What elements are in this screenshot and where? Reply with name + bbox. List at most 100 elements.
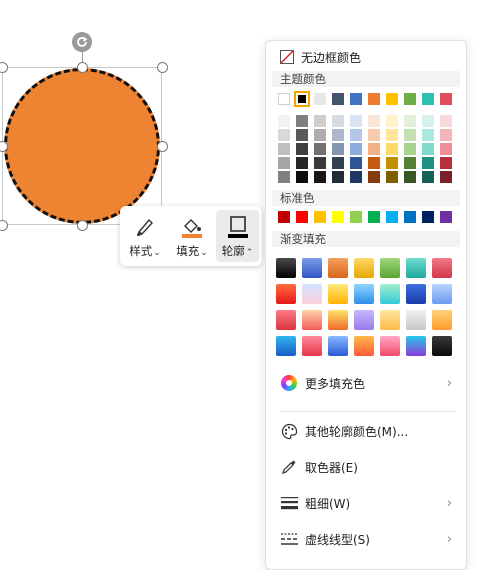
theme-shade-swatch[interactable]	[314, 171, 326, 183]
standard-color-swatch[interactable]	[350, 211, 362, 223]
theme-shade-swatch[interactable]	[350, 115, 362, 127]
theme-shade-swatch[interactable]	[404, 115, 416, 127]
gradient-swatch[interactable]	[380, 336, 400, 356]
theme-color-swatch[interactable]	[440, 93, 452, 105]
theme-shade-swatch[interactable]	[386, 143, 398, 155]
theme-shade-swatch[interactable]	[440, 143, 452, 155]
theme-color-swatch[interactable]	[278, 93, 290, 105]
gradient-swatch[interactable]	[406, 284, 426, 304]
theme-shade-swatch[interactable]	[368, 115, 380, 127]
standard-color-swatch[interactable]	[332, 211, 344, 223]
weight-item[interactable]: 粗细(W) ›	[266, 488, 466, 518]
theme-shade-swatch[interactable]	[278, 157, 290, 169]
theme-shade-swatch[interactable]	[314, 143, 326, 155]
theme-shade-swatch[interactable]	[386, 171, 398, 183]
resize-handle-e[interactable]	[157, 141, 168, 152]
theme-shade-swatch[interactable]	[350, 171, 362, 183]
style-button[interactable]: 样式⌄	[124, 210, 166, 262]
standard-color-swatch[interactable]	[386, 211, 398, 223]
theme-shade-swatch[interactable]	[314, 157, 326, 169]
theme-color-swatch[interactable]	[404, 93, 416, 105]
gradient-swatch[interactable]	[432, 310, 452, 330]
gradient-swatch[interactable]	[302, 336, 322, 356]
theme-shade-swatch[interactable]	[422, 171, 434, 183]
resize-handle-sw[interactable]	[0, 220, 8, 231]
gradient-swatch[interactable]	[432, 284, 452, 304]
theme-shade-swatch[interactable]	[278, 171, 290, 183]
theme-shade-swatch[interactable]	[422, 129, 434, 141]
standard-color-swatch[interactable]	[440, 211, 452, 223]
no-border-color-item[interactable]: 无边框颜色	[266, 45, 466, 69]
theme-shade-swatch[interactable]	[350, 129, 362, 141]
standard-color-swatch[interactable]	[404, 211, 416, 223]
eyedropper-item[interactable]: 取色器(E)	[266, 452, 466, 482]
theme-color-swatch[interactable]	[332, 93, 344, 105]
theme-shade-swatch[interactable]	[314, 129, 326, 141]
fill-button[interactable]: 填充⌄	[170, 210, 214, 262]
theme-shade-swatch[interactable]	[404, 129, 416, 141]
more-fill-colors-item[interactable]: 更多填充色 ›	[266, 368, 466, 398]
theme-shade-swatch[interactable]	[368, 129, 380, 141]
theme-shade-swatch[interactable]	[404, 157, 416, 169]
standard-color-swatch[interactable]	[422, 211, 434, 223]
gradient-swatch[interactable]	[354, 336, 374, 356]
theme-shade-swatch[interactable]	[404, 171, 416, 183]
gradient-swatch[interactable]	[354, 258, 374, 278]
outline-button[interactable]: 轮廓⌃	[216, 210, 259, 262]
gradient-swatch[interactable]	[406, 310, 426, 330]
theme-shade-swatch[interactable]	[278, 129, 290, 141]
other-outline-colors-item[interactable]: 其他轮廓颜色(M)...	[266, 416, 466, 446]
gradient-swatch[interactable]	[380, 310, 400, 330]
gradient-swatch[interactable]	[432, 258, 452, 278]
theme-shade-swatch[interactable]	[386, 115, 398, 127]
gradient-swatch[interactable]	[302, 310, 322, 330]
theme-color-swatch[interactable]	[422, 93, 434, 105]
gradient-swatch[interactable]	[380, 258, 400, 278]
theme-color-swatch[interactable]	[314, 93, 326, 105]
theme-shade-swatch[interactable]	[440, 171, 452, 183]
theme-shade-swatch[interactable]	[368, 157, 380, 169]
theme-color-swatch[interactable]	[386, 93, 398, 105]
theme-shade-swatch[interactable]	[296, 115, 308, 127]
theme-shade-swatch[interactable]	[440, 115, 452, 127]
gradient-swatch[interactable]	[328, 284, 348, 304]
standard-color-swatch[interactable]	[368, 211, 380, 223]
gradient-swatch[interactable]	[380, 284, 400, 304]
gradient-swatch[interactable]	[328, 258, 348, 278]
theme-shade-swatch[interactable]	[296, 157, 308, 169]
resize-handle-n[interactable]	[77, 62, 88, 73]
dash-type-item[interactable]: 虚线线型(S) ›	[266, 524, 466, 554]
theme-shade-swatch[interactable]	[386, 129, 398, 141]
theme-shade-swatch[interactable]	[440, 129, 452, 141]
orange-circle-shape[interactable]	[4, 68, 160, 224]
gradient-swatch[interactable]	[406, 336, 426, 356]
theme-color-swatch[interactable]	[368, 93, 380, 105]
gradient-swatch[interactable]	[432, 336, 452, 356]
resize-handle-s[interactable]	[77, 220, 88, 231]
gradient-swatch[interactable]	[276, 284, 296, 304]
theme-shade-swatch[interactable]	[368, 143, 380, 155]
theme-color-swatch[interactable]	[294, 91, 310, 107]
gradient-swatch[interactable]	[328, 310, 348, 330]
theme-shade-swatch[interactable]	[332, 143, 344, 155]
standard-color-swatch[interactable]	[296, 211, 308, 223]
theme-shade-swatch[interactable]	[296, 143, 308, 155]
theme-shade-swatch[interactable]	[386, 157, 398, 169]
standard-color-swatch[interactable]	[314, 211, 326, 223]
theme-shade-swatch[interactable]	[278, 115, 290, 127]
theme-shade-swatch[interactable]	[332, 129, 344, 141]
theme-shade-swatch[interactable]	[422, 115, 434, 127]
gradient-swatch[interactable]	[328, 336, 348, 356]
theme-shade-swatch[interactable]	[296, 129, 308, 141]
theme-shade-swatch[interactable]	[368, 171, 380, 183]
gradient-swatch[interactable]	[276, 258, 296, 278]
theme-shade-swatch[interactable]	[314, 115, 326, 127]
resize-handle-ne[interactable]	[157, 62, 168, 73]
standard-color-swatch[interactable]	[278, 211, 290, 223]
gradient-swatch[interactable]	[302, 258, 322, 278]
rotate-handle[interactable]	[72, 32, 92, 52]
gradient-swatch[interactable]	[406, 258, 426, 278]
theme-shade-swatch[interactable]	[422, 157, 434, 169]
gradient-swatch[interactable]	[354, 310, 374, 330]
gradient-swatch[interactable]	[276, 336, 296, 356]
